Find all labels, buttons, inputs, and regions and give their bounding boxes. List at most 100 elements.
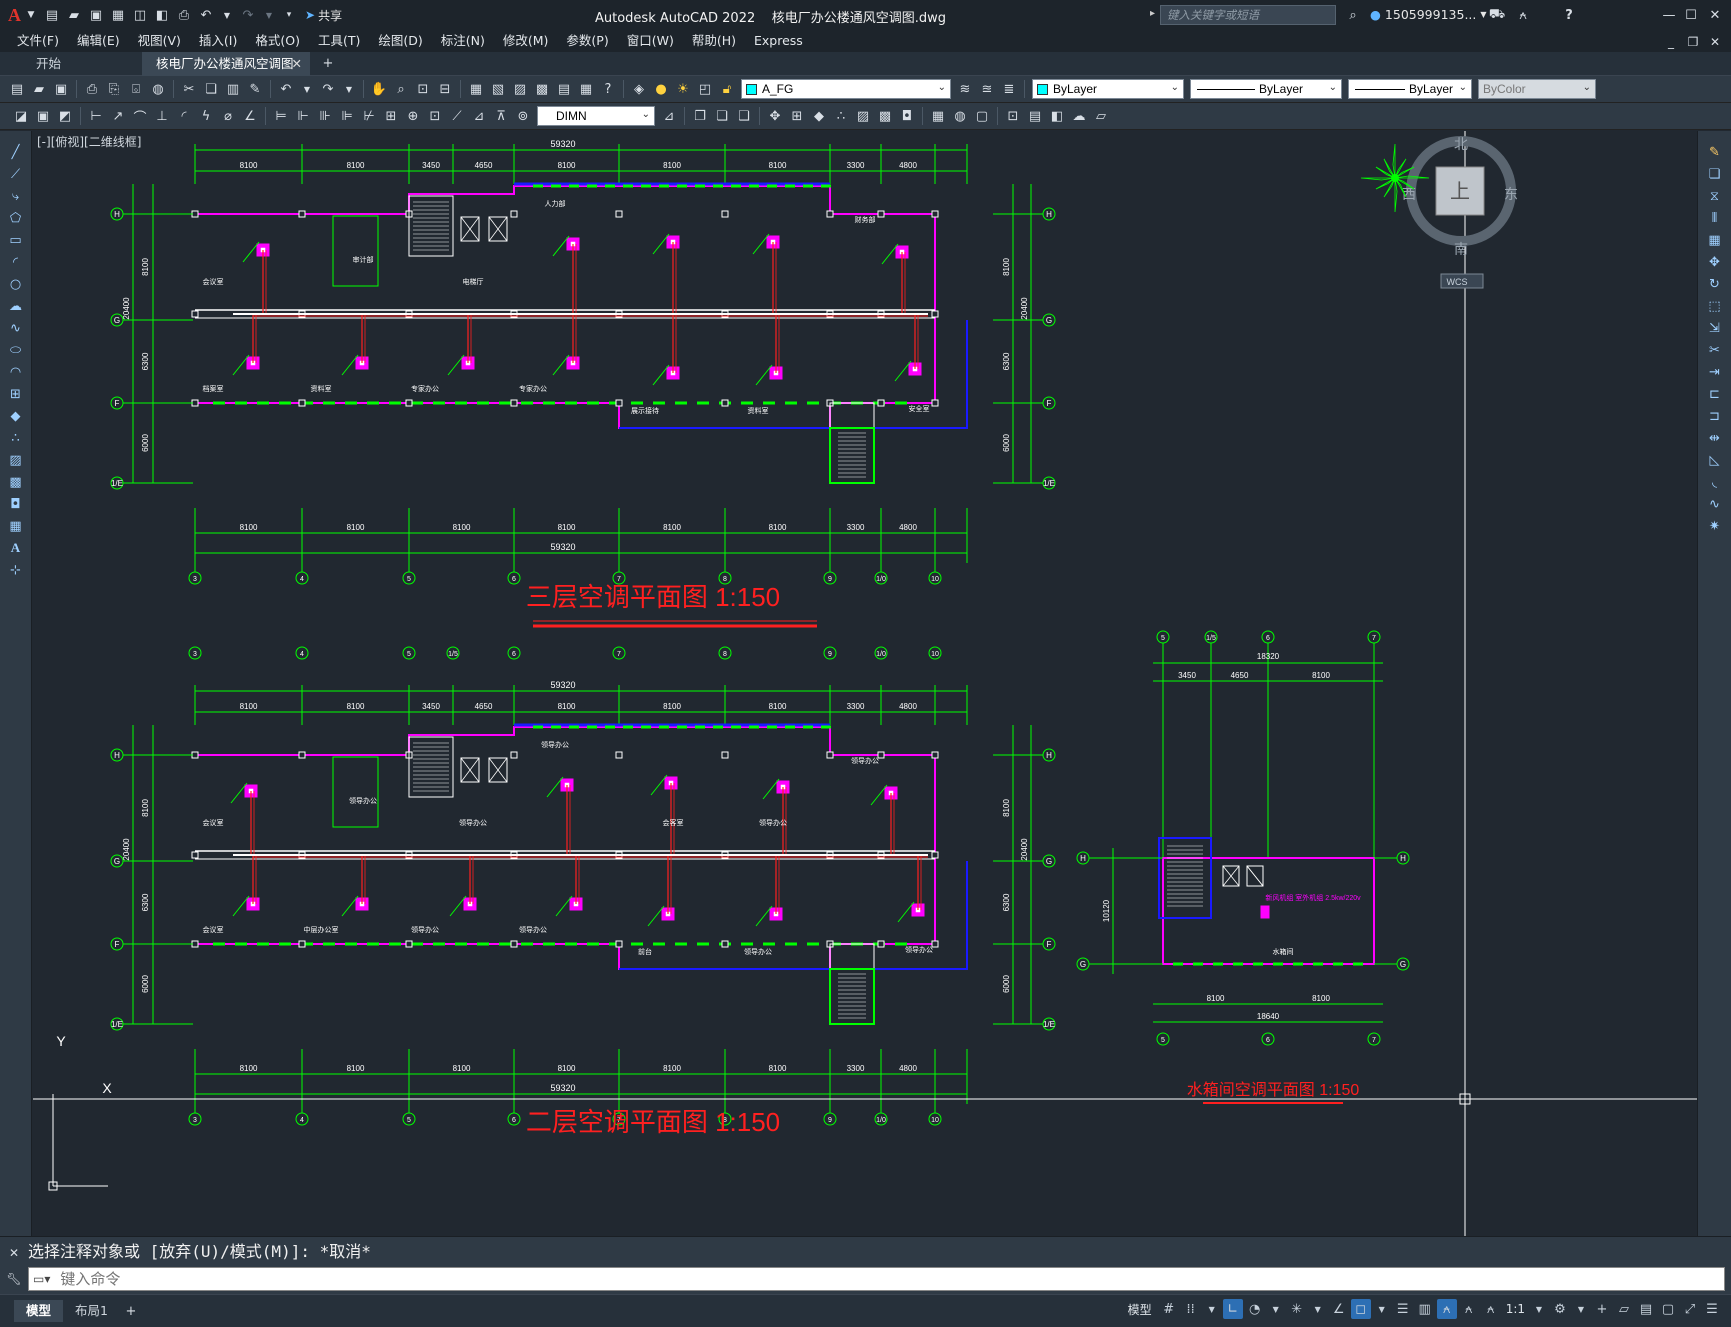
center-mark-icon[interactable]: ⊕ bbox=[403, 106, 423, 126]
dimtedit-icon[interactable]: ⊼ bbox=[491, 106, 511, 126]
plot-icon[interactable]: ⎙ bbox=[174, 5, 194, 25]
save-web-icon[interactable]: ◧ bbox=[152, 5, 172, 25]
customize-quick-access-icon[interactable]: ▾ bbox=[280, 5, 298, 25]
paste-icon[interactable]: ▥ bbox=[223, 79, 243, 99]
quick-properties-icon[interactable]: ▤ bbox=[1636, 1299, 1656, 1319]
hatch-icon[interactable]: ▨ bbox=[853, 106, 873, 126]
cart-icon[interactable]: ⛟ bbox=[1487, 5, 1507, 25]
arc-length-icon[interactable]: ⌒ bbox=[130, 106, 150, 126]
search-expand-icon[interactable]: ▸ bbox=[1150, 8, 1155, 19]
open-icon[interactable]: ▰ bbox=[29, 79, 49, 99]
annotation-monitor-icon[interactable]: + bbox=[1592, 1299, 1612, 1319]
send-back-icon[interactable]: ❏ bbox=[712, 106, 732, 126]
osnap-chevron-icon[interactable]: ▼ bbox=[1373, 1299, 1391, 1319]
fillet-tool-icon[interactable]: ◟ bbox=[1705, 472, 1725, 492]
autocad-logo-icon[interactable]: A bbox=[8, 5, 21, 26]
polar-chevron-icon[interactable]: ▼ bbox=[1267, 1299, 1285, 1319]
break-at-point-icon[interactable]: ⊏ bbox=[1705, 384, 1725, 404]
add-selected-tool-icon[interactable]: ⊹ bbox=[6, 560, 26, 580]
save-as-icon[interactable]: ▦ bbox=[108, 5, 128, 25]
undo-icon[interactable]: ↶ bbox=[276, 79, 296, 99]
mtext-tool-icon[interactable]: A bbox=[6, 538, 26, 558]
gradient-tool-icon[interactable]: ▩ bbox=[6, 472, 26, 492]
circle-tool-icon[interactable]: ○ bbox=[6, 274, 26, 294]
attribute-icon[interactable]: ◩ bbox=[55, 106, 75, 126]
quick-dim-icon[interactable]: ⊨ bbox=[271, 106, 291, 126]
insert-block-tool-icon[interactable]: ⊞ bbox=[6, 384, 26, 404]
workspace-gear-icon[interactable]: ⚙ bbox=[1550, 1299, 1570, 1319]
polyline-tool-icon[interactable]: ⤷ bbox=[6, 186, 26, 206]
layer-on-icon[interactable]: ● bbox=[651, 79, 671, 99]
linetype-dropdown[interactable]: ByLayer ⌄ bbox=[1190, 79, 1342, 99]
menu-parametric[interactable]: 参数(P) bbox=[557, 30, 617, 52]
dimstyle-dropdown[interactable]: DIMN ⌄ bbox=[537, 106, 655, 126]
add-layout-icon[interactable]: + bbox=[121, 1301, 141, 1321]
dwf-icon[interactable]: ▱ bbox=[1091, 106, 1111, 126]
revcloud-tool-icon[interactable]: ☁ bbox=[6, 296, 26, 316]
radius-dim-icon[interactable]: ◜ bbox=[174, 106, 194, 126]
arc-tool-icon[interactable]: ◜ bbox=[6, 252, 26, 272]
layer-previous-icon[interactable]: ≊ bbox=[977, 79, 997, 99]
region-icon[interactable]: ◘ bbox=[897, 106, 917, 126]
scale-tool-icon[interactable]: ⬚ bbox=[1705, 296, 1725, 316]
layer-thaw-icon[interactable]: ☀ bbox=[673, 79, 693, 99]
customize-status-icon[interactable]: ☰ bbox=[1702, 1299, 1722, 1319]
layout-tab-layout1[interactable]: 布局1 bbox=[63, 1300, 120, 1322]
designcenter-icon[interactable]: ▧ bbox=[488, 79, 508, 99]
help-icon[interactable]: ? bbox=[598, 79, 618, 99]
menu-file[interactable]: 文件(F) bbox=[8, 30, 68, 52]
share-button[interactable]: ➤ 共享 bbox=[305, 7, 342, 24]
customize-command-line-icon[interactable]: 🔧︎ bbox=[5, 1269, 23, 1289]
command-text-field[interactable] bbox=[54, 1269, 1724, 1289]
lineweight-dropdown[interactable]: ByLayer ⌄ bbox=[1348, 79, 1472, 99]
mirror-tool-icon[interactable]: ⧖ bbox=[1705, 186, 1725, 206]
menu-window[interactable]: 窗口(W) bbox=[618, 30, 683, 52]
jogged-dim-icon[interactable]: ϟ bbox=[196, 106, 216, 126]
snap-icon[interactable]: ⁞⁞ bbox=[1181, 1299, 1201, 1319]
doc-minimize-icon[interactable]: _ bbox=[1662, 32, 1680, 52]
new-tab-icon[interactable]: + bbox=[318, 54, 338, 74]
erase-tool-icon[interactable]: ✎ bbox=[1705, 142, 1725, 162]
dimedit-icon[interactable]: ⊿ bbox=[469, 106, 489, 126]
bring-front-icon[interactable]: ❐ bbox=[690, 106, 710, 126]
hatch-tool-icon[interactable]: ▨ bbox=[6, 450, 26, 470]
new-icon[interactable]: ▤ bbox=[42, 5, 62, 25]
redo-icon[interactable]: ↷ bbox=[238, 5, 258, 25]
bring-above-icon[interactable]: ❑ bbox=[734, 106, 754, 126]
grid-icon[interactable]: # bbox=[1159, 1299, 1179, 1319]
sheetset-icon[interactable]: ▩ bbox=[532, 79, 552, 99]
construction-line-icon[interactable]: ⟋ bbox=[6, 164, 26, 184]
menu-view[interactable]: 视图(V) bbox=[129, 30, 190, 52]
autoscale-icon[interactable]: ⍲ bbox=[1459, 1299, 1479, 1319]
menu-help[interactable]: 帮助(H) bbox=[683, 30, 745, 52]
wipeout-icon[interactable]: ◧ bbox=[1047, 106, 1067, 126]
revcloud-icon[interactable]: ☁ bbox=[1069, 106, 1089, 126]
move-tool-icon[interactable]: ✥ bbox=[1705, 252, 1725, 272]
app-menu-chevron-icon[interactable]: ▼ bbox=[22, 5, 40, 25]
jogged-linear-icon[interactable]: ⟋ bbox=[447, 106, 467, 126]
polygon-tool-icon[interactable]: ⬠ bbox=[6, 208, 26, 228]
chamfer-tool-icon[interactable]: ◺ bbox=[1705, 450, 1725, 470]
workspace-chevron-icon[interactable]: ▼ bbox=[1572, 1299, 1590, 1319]
save-icon[interactable]: ▣ bbox=[86, 5, 106, 25]
zoom-previous-icon[interactable]: ⊟ bbox=[435, 79, 455, 99]
layer-dropdown[interactable]: A_FG ⌄ bbox=[741, 79, 951, 99]
matchprop-icon[interactable]: ✎ bbox=[245, 79, 265, 99]
point-tool-icon[interactable]: ∴ bbox=[6, 428, 26, 448]
isolate-objects-icon[interactable]: ▢ bbox=[1658, 1299, 1678, 1319]
break-tool-icon[interactable]: ⊐ bbox=[1705, 406, 1725, 426]
menu-insert[interactable]: 插入(I) bbox=[190, 30, 246, 52]
workspace-icon[interactable]: ◪ bbox=[11, 106, 31, 126]
region-tool-icon[interactable]: ◘ bbox=[6, 494, 26, 514]
close-icon[interactable]: ✕ bbox=[1705, 5, 1725, 25]
tab-close-icon[interactable]: ✕ bbox=[292, 52, 302, 76]
cut-icon[interactable]: ✂ bbox=[179, 79, 199, 99]
zoom-window-icon[interactable]: ⊡ bbox=[413, 79, 433, 99]
model-space-button[interactable]: 模型 bbox=[1122, 1301, 1158, 1318]
make-block-icon[interactable]: ◆ bbox=[809, 106, 829, 126]
insert-block-icon[interactable]: ⊞ bbox=[787, 106, 807, 126]
continue-dim-icon[interactable]: ⊪ bbox=[315, 106, 335, 126]
table-icon[interactable]: ▦ bbox=[928, 106, 948, 126]
aligned-dim-icon[interactable]: ↗ bbox=[108, 106, 128, 126]
point-icon[interactable]: ∴ bbox=[831, 106, 851, 126]
